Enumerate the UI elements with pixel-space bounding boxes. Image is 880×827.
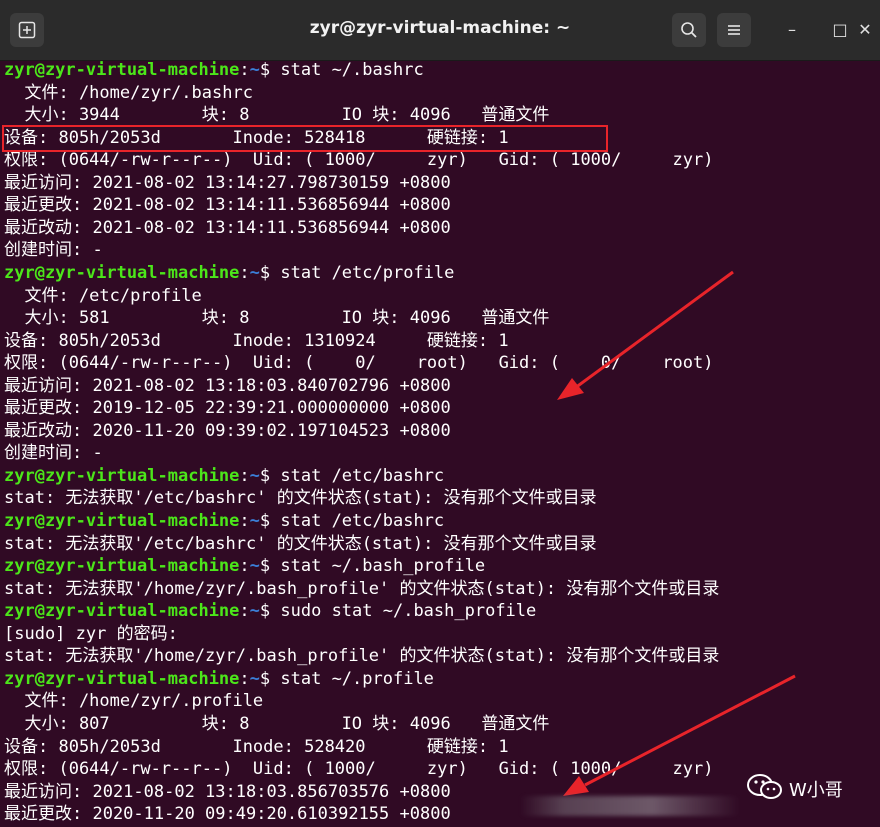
annotation-arrow-1 [557,270,734,400]
wechat-icon [747,774,782,799]
blurred-region [520,796,740,816]
annotation-arrows [557,270,796,796]
watermark-text: W小哥 [789,780,843,801]
